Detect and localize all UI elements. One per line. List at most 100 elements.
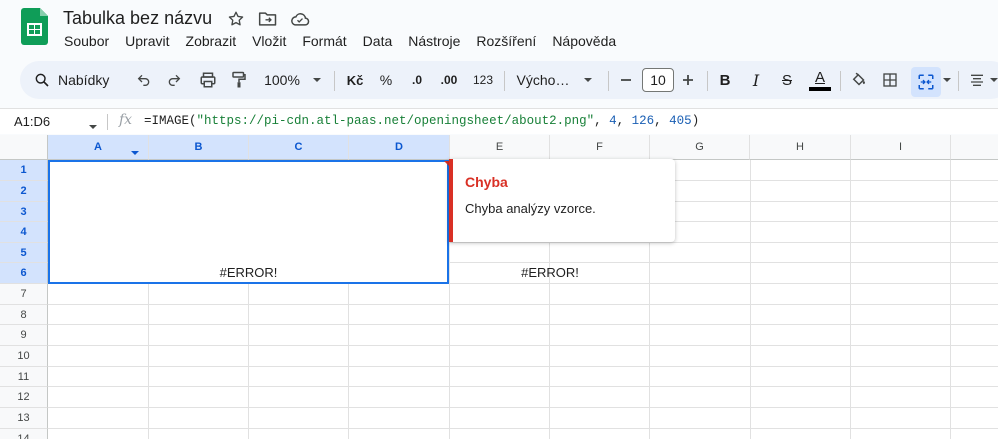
menu-view[interactable]: Zobrazit [186, 31, 237, 51]
chevron-down-icon [89, 125, 97, 129]
increase-decimal-label: .00 [440, 73, 458, 87]
chevron-down-icon [312, 78, 321, 82]
column-header-j[interactable] [951, 135, 998, 160]
row-header-8[interactable]: 8 [0, 305, 48, 325]
decrease-font-size-button[interactable] [614, 61, 638, 99]
row-header-3[interactable]: 3 [0, 202, 48, 222]
search-menus-button[interactable]: Nabídky [34, 61, 128, 99]
formula-function: =IMAGE( [144, 114, 197, 128]
formula-bar: A1:D6 fx =IMAGE("https://pi-cdn.atl-paas… [0, 108, 998, 134]
merge-cells-icon [918, 74, 934, 90]
column-header-h[interactable]: H [750, 135, 851, 160]
move-to-folder-icon[interactable] [258, 9, 278, 29]
plus-icon [683, 75, 693, 85]
fx-icon: fx [119, 112, 133, 128]
zoom-select[interactable]: 100% [260, 61, 326, 99]
menu-insert[interactable]: Vložit [252, 31, 286, 51]
error-popup: Chyba Chyba analýzy vzorce. [449, 159, 675, 242]
row-header-11[interactable]: 11 [0, 367, 48, 387]
merged-cell-error-value: #ERROR! [219, 265, 278, 280]
currency-format-button[interactable]: Kč [342, 61, 368, 99]
fill-color-button[interactable] [846, 61, 872, 99]
bold-button[interactable]: B [712, 61, 738, 99]
formula-width-arg: 405 [669, 114, 692, 128]
search-icon [35, 73, 49, 87]
row-header-9[interactable]: 9 [0, 325, 48, 346]
font-size-field[interactable]: 10 [640, 61, 676, 99]
text-color-label: A [814, 68, 825, 86]
toolbar: Nabídky 100% Kč % .0 .00 123 Výcho… 10 B… [20, 61, 998, 99]
merge-cells-button[interactable] [911, 61, 941, 99]
column-header-g[interactable]: G [650, 135, 750, 160]
print-icon [200, 72, 216, 88]
more-formats-button[interactable]: 123 [469, 61, 497, 99]
merge-options-button[interactable] [941, 61, 953, 99]
strikethrough-button[interactable]: S [774, 61, 800, 99]
sheets-logo[interactable] [21, 8, 48, 45]
font-select[interactable]: Výcho… [510, 61, 600, 99]
italic-button[interactable]: I [743, 61, 769, 99]
select-all-corner[interactable] [0, 135, 48, 160]
menu-file[interactable]: Soubor [64, 31, 109, 51]
paint-format-button[interactable] [226, 61, 252, 99]
cloud-status-icon[interactable] [290, 9, 310, 29]
row-header-7[interactable]: 7 [0, 284, 48, 305]
formula-separator: , [616, 114, 632, 128]
formula-mode-arg: 4 [609, 114, 617, 128]
document-title[interactable]: Tabulka bez názvu [63, 7, 212, 29]
formula-url-arg: "https://pi-cdn.atl-paas.net/openingshee… [196, 114, 595, 128]
menu-bar: Soubor Upravit Zobrazit Vložit Formát Da… [64, 31, 632, 51]
borders-button[interactable] [877, 61, 903, 99]
row-header-13[interactable]: 13 [0, 408, 48, 429]
menu-help[interactable]: Nápověda [552, 31, 616, 51]
row-header-1[interactable]: 1 [0, 160, 48, 181]
increase-decimal-button[interactable]: .00 [434, 61, 464, 99]
error-popup-message: Chyba analýzy vzorce. [465, 201, 596, 216]
merged-cell-a1-d6[interactable]: #ERROR! [48, 160, 449, 284]
formula-input[interactable]: =IMAGE("https://pi-cdn.atl-paas.net/open… [144, 114, 699, 128]
text-color-button[interactable]: A [806, 61, 834, 99]
row-header-14[interactable]: 14 [0, 429, 48, 439]
increase-font-size-button[interactable] [676, 61, 700, 99]
column-header-e[interactable]: E [450, 135, 550, 160]
row-header-10[interactable]: 10 [0, 346, 48, 367]
undo-button[interactable] [131, 61, 157, 99]
error-popup-title: Chyba [465, 174, 508, 190]
paint-format-icon [232, 71, 246, 88]
decrease-decimal-button[interactable]: .0 [403, 61, 431, 99]
formula-close: ) [691, 114, 700, 128]
formula-separator: , [654, 114, 670, 128]
chevron-down-icon [943, 78, 951, 82]
row-header-6[interactable]: 6 [0, 263, 48, 284]
menu-extensions[interactable]: Rozšíření [476, 31, 536, 51]
search-menus-label: Nabídky [58, 72, 110, 88]
minus-icon [621, 79, 631, 81]
star-icon[interactable] [226, 9, 246, 29]
percent-format-button[interactable]: % [373, 61, 399, 99]
menu-data[interactable]: Data [363, 31, 393, 51]
menu-edit[interactable]: Upravit [125, 31, 169, 51]
horizontal-align-button[interactable] [964, 61, 990, 99]
name-box[interactable]: A1:D6 [14, 114, 50, 129]
cell-e6-error-value[interactable]: #ERROR! [450, 263, 650, 283]
decrease-decimal-label: .0 [411, 73, 422, 87]
row-header-2[interactable]: 2 [0, 181, 48, 202]
menu-format[interactable]: Formát [302, 31, 346, 51]
menu-tools[interactable]: Nástroje [408, 31, 460, 51]
column-header-c[interactable]: C [249, 135, 349, 160]
row-header-5[interactable]: 5 [0, 243, 48, 263]
formula-separator: , [594, 114, 610, 128]
zoom-value: 100% [264, 72, 300, 88]
print-button[interactable] [195, 61, 221, 99]
row-header-4[interactable]: 4 [0, 222, 48, 243]
chevron-down-icon [131, 151, 139, 155]
redo-icon [168, 74, 181, 86]
column-header-b[interactable]: B [149, 135, 249, 160]
text-color-swatch [809, 86, 831, 91]
row-header-12[interactable]: 12 [0, 387, 48, 408]
column-header-i[interactable]: I [851, 135, 951, 160]
column-header-f[interactable]: F [550, 135, 650, 160]
column-header-d[interactable]: D [349, 135, 450, 160]
align-options-button[interactable] [988, 61, 998, 99]
redo-button[interactable] [161, 61, 187, 99]
